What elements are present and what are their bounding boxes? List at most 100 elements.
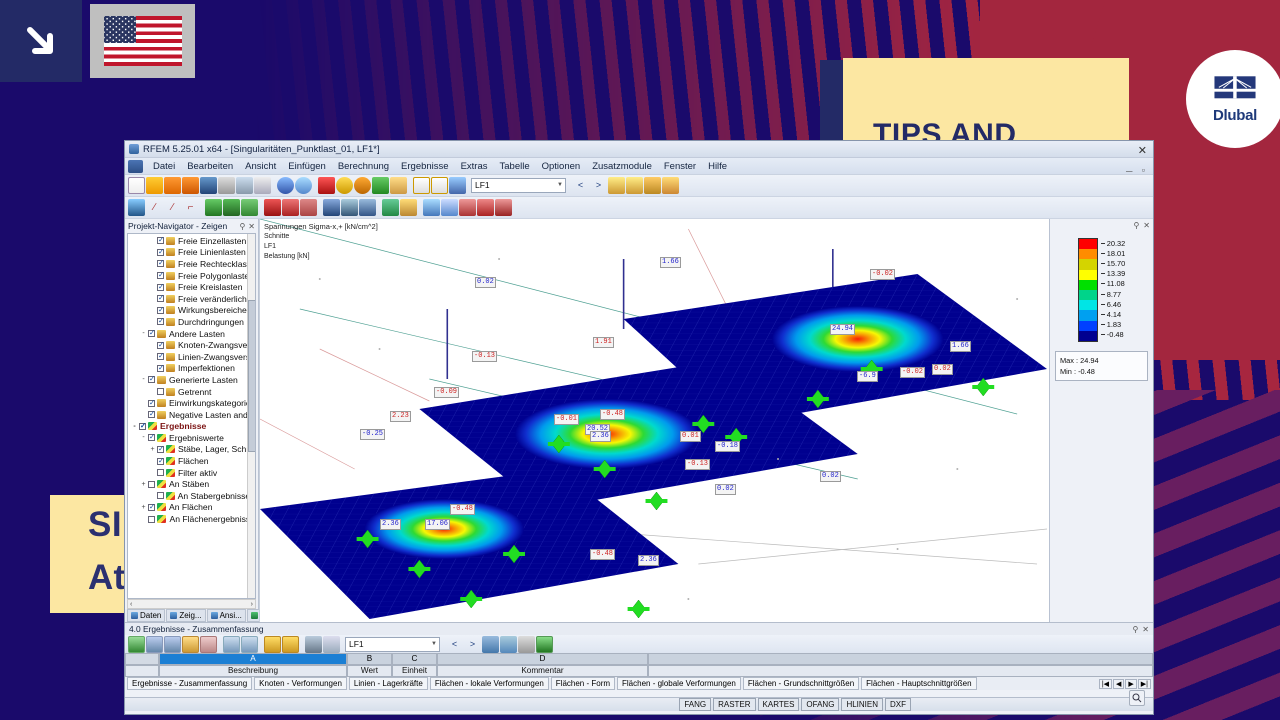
text-icon[interactable] [495,199,512,216]
nav-tab-zeigen[interactable]: Zeig... [166,609,206,622]
isometric-icon[interactable] [382,199,399,216]
status-dxf[interactable]: DXF [885,698,911,711]
tree-checkbox[interactable] [157,270,164,280]
nav-tab-daten[interactable]: Daten [127,609,166,622]
diagram-icon[interactable] [662,177,679,194]
close-icon[interactable]: ✕ [248,222,255,231]
save-as-icon[interactable] [218,177,235,194]
status-hlinien[interactable]: HLINIEN [841,698,883,711]
navigator-tree[interactable]: Freie EinzellastenFreie LinienlastenFrei… [127,233,256,599]
navigator-tree-item[interactable]: - Andere Lasten [128,328,255,340]
print-preview-icon[interactable] [236,177,253,194]
table-settings-icon[interactable] [518,635,535,653]
table-export-icon[interactable] [128,635,145,653]
table-undo-icon[interactable] [264,635,281,653]
column-header-a[interactable]: A [159,653,347,665]
navigator-tree-item[interactable]: Wirkungsbereiche [128,305,255,317]
navigator-tree-item[interactable]: Flächen [128,455,255,467]
tree-checkbox[interactable] [148,328,155,338]
pin-icon[interactable]: ⚲ [1132,625,1138,634]
menu-fenster[interactable]: Fenster [658,159,702,174]
load-case-combo[interactable]: LF1 ▼ [471,178,566,193]
table-load-case-combo[interactable]: LF1 ▼ [345,636,440,652]
expand-icon[interactable]: + [139,481,148,488]
line-icon[interactable]: ∕ [146,199,163,216]
tree-checkbox[interactable] [157,388,164,396]
redo-icon[interactable] [295,177,312,194]
table-clear-icon[interactable] [200,635,217,653]
navigator-tree-item[interactable]: Negative Lasten ande [128,409,255,421]
minimize-icon[interactable]: － [1125,165,1134,178]
tree-checkbox[interactable] [157,235,164,245]
close-icon[interactable]: ✕ [1138,144,1147,157]
table-next-icon[interactable]: > [464,636,481,653]
undo-icon[interactable] [277,177,294,194]
status-kartes[interactable]: KARTES [757,698,800,711]
column-header-b[interactable]: B [347,653,392,665]
navigator-tree-item[interactable]: Freie Linienlasten [128,247,255,259]
prev-icon[interactable]: < [572,177,589,194]
surface-icon[interactable]: ⌐ [182,199,199,216]
scroll-left-icon[interactable]: ‹ [128,601,132,608]
tree-checkbox[interactable] [157,444,164,453]
tab-next-icon[interactable]: ▶ [1125,678,1137,689]
navigator-tree-item[interactable]: + An Flächen [128,502,255,514]
menu-extras[interactable]: Extras [455,159,494,174]
tree-checkbox[interactable] [157,282,164,291]
table-goto-icon[interactable] [482,635,499,653]
open-icon[interactable] [146,177,163,194]
table-tab-1[interactable]: Knoten - Verformungen [254,677,347,690]
table-tab-2[interactable]: Linien - Lagerkräfte [348,677,428,690]
table-tab-0[interactable]: Ergebnisse - Zusammenfassung [127,677,253,690]
loadcase-icon[interactable] [449,177,466,194]
navigator-tree-item[interactable]: Linien-Zwangsversc [128,351,255,363]
menu-tabelle[interactable]: Tabelle [494,159,536,174]
panel-left-icon[interactable] [413,177,430,194]
tab-prev-icon[interactable]: ◀ [1113,678,1125,689]
new-icon[interactable] [128,177,145,194]
menu-datei[interactable]: Datei [147,159,181,174]
column-header-d[interactable]: D [437,653,648,665]
solid-icon[interactable] [341,199,358,216]
dimension-icon[interactable] [477,199,494,216]
member-icon[interactable]: ∕ [164,199,181,216]
copy-view-icon[interactable] [390,177,407,194]
close-icon[interactable]: ✕ [1143,221,1150,230]
maximize-icon[interactable]: ▫ [1142,165,1145,178]
table-tab-4[interactable]: Flächen - Form [550,677,616,690]
load-area-icon[interactable] [300,199,317,216]
import-icon[interactable] [182,177,199,194]
open-recent-icon[interactable] [164,177,181,194]
tree-checkbox[interactable] [148,398,155,407]
menu-bearbeiten[interactable]: Bearbeiten [181,159,239,174]
collapse-icon[interactable]: - [139,434,148,441]
zoom-icon[interactable] [336,177,353,194]
navigator-tree-item[interactable]: - Ergebnisse [128,421,255,433]
close-icon[interactable]: ✕ [1142,625,1149,634]
table-print-icon[interactable] [323,635,340,653]
save-icon[interactable] [200,177,217,194]
menu-einfuegen[interactable]: Einfügen [282,159,332,174]
table-tab-3[interactable]: Flächen - lokale Verformungen [429,677,549,690]
tree-checkbox[interactable] [156,492,164,500]
tree-checkbox[interactable] [157,258,164,268]
tree-checkbox[interactable] [157,305,164,314]
navigator-scrollbar[interactable] [247,234,255,598]
tree-checkbox[interactable] [139,421,146,430]
tree-checkbox[interactable] [148,515,156,523]
table-import-icon[interactable] [146,635,163,653]
navigator-tree-item[interactable]: Getrennt [128,386,255,398]
status-raster[interactable]: RASTER [713,698,756,711]
zoom-all-icon[interactable] [354,177,371,194]
table-rows-icon[interactable] [305,635,322,653]
table-filter-icon[interactable] [182,635,199,653]
select-window-icon[interactable] [372,177,389,194]
navigator-tree-item[interactable]: Einwirkungskategorie [128,397,255,409]
navigator-tree-item[interactable]: Durchdringungen [128,316,255,328]
load-point-icon[interactable] [264,199,281,216]
support-icon[interactable] [205,199,222,216]
pin-icon[interactable]: ⚲ [239,222,245,231]
pin-icon[interactable]: ⚲ [1133,221,1139,230]
rotate-icon[interactable] [423,199,440,216]
navigator-tree-item[interactable]: Filter aktiv [128,467,255,479]
